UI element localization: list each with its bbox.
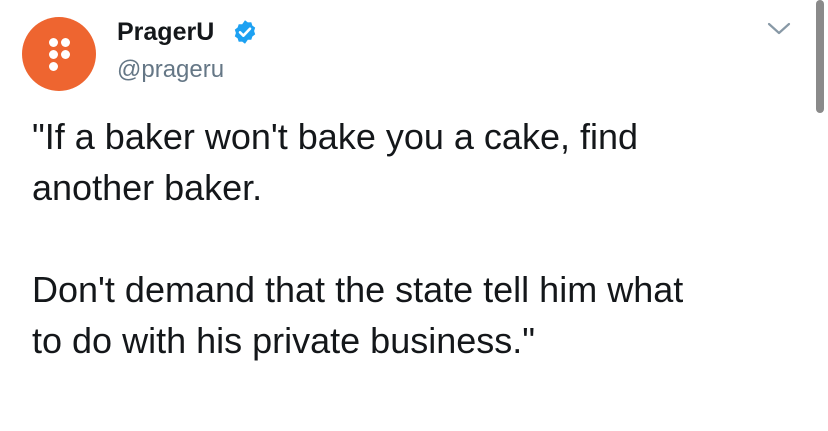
chevron-down-icon[interactable] [766,20,792,38]
tweet-card: PragerU @prageru "If a baker won't bake … [0,0,828,431]
scrollbar-thumb[interactable] [816,0,824,113]
tweet-text-line: another baker. [32,167,263,208]
logo-dot [49,38,58,47]
tweet-text: "If a baker won't bake you a cake, find … [32,111,792,366]
display-name[interactable]: PragerU [117,17,214,47]
logo-dot [49,50,58,59]
tweet-text-line: "If a baker won't bake you a cake, find [32,116,639,157]
tweet-text-line: to do with his private business." [32,320,536,361]
tweet-text-line: Don't demand that the state tell him wha… [32,269,684,310]
logo-dot [61,50,70,59]
user-handle[interactable]: @prageru [117,55,224,85]
avatar[interactable] [22,17,96,91]
verified-badge-icon [234,20,256,44]
logo-dot [61,38,70,47]
logo-dot [49,62,58,71]
